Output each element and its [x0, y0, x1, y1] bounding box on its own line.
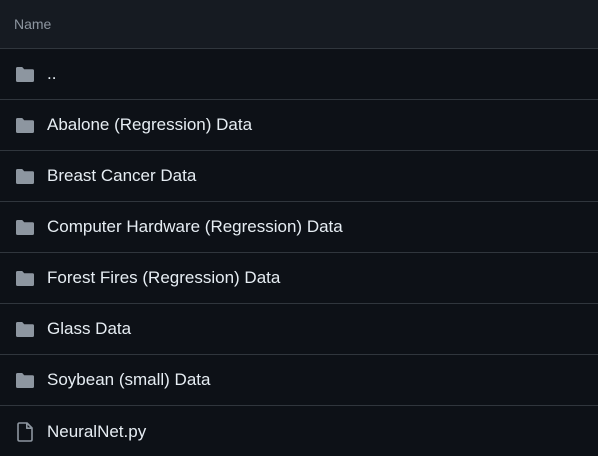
file-table: Name .. Abalone (Regression) Data Breast… — [0, 0, 598, 456]
row-name[interactable]: Breast Cancer Data — [47, 166, 196, 186]
folder-icon — [15, 166, 35, 186]
table-row-neuralnet-py[interactable]: NeuralNet.py — [0, 406, 598, 456]
table-row-parent-directory[interactable]: .. — [0, 49, 598, 100]
table-header: Name — [0, 0, 598, 49]
row-name[interactable]: Forest Fires (Regression) Data — [47, 268, 280, 288]
folder-icon — [15, 319, 35, 339]
table-row-forest-fires-data[interactable]: Forest Fires (Regression) Data — [0, 253, 598, 304]
folder-icon — [15, 268, 35, 288]
name-column-header: Name — [14, 16, 52, 32]
table-row-abalone-data[interactable]: Abalone (Regression) Data — [0, 100, 598, 151]
folder-icon — [15, 217, 35, 237]
table-row-glass-data[interactable]: Glass Data — [0, 304, 598, 355]
row-name[interactable]: Soybean (small) Data — [47, 370, 210, 390]
table-row-computer-hardware-data[interactable]: Computer Hardware (Regression) Data — [0, 202, 598, 253]
file-icon — [15, 421, 35, 442]
table-row-soybean-data[interactable]: Soybean (small) Data — [0, 355, 598, 406]
row-name[interactable]: NeuralNet.py — [47, 422, 146, 442]
row-name[interactable]: Computer Hardware (Regression) Data — [47, 217, 343, 237]
folder-icon — [15, 64, 35, 84]
row-name[interactable]: Glass Data — [47, 319, 131, 339]
folder-icon — [15, 115, 35, 135]
row-name[interactable]: .. — [47, 64, 56, 84]
table-row-breast-cancer-data[interactable]: Breast Cancer Data — [0, 151, 598, 202]
row-name[interactable]: Abalone (Regression) Data — [47, 115, 252, 135]
folder-icon — [15, 370, 35, 390]
